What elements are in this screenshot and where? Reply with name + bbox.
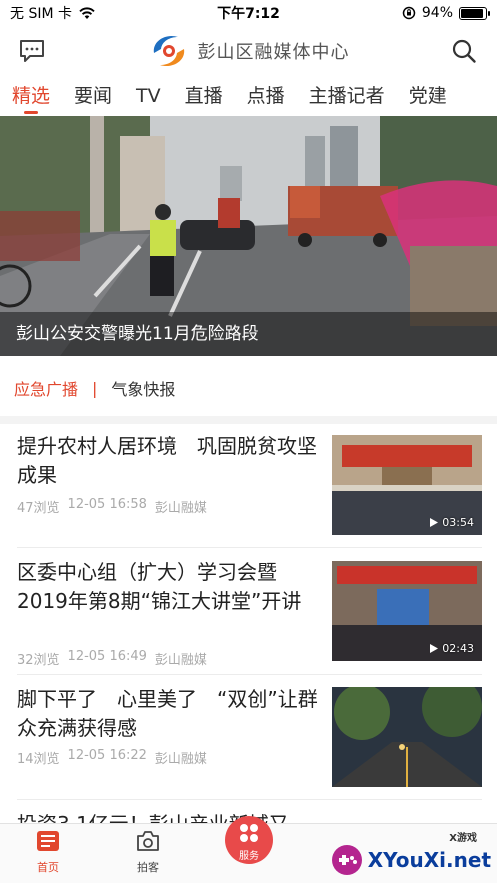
app-header: 彭山区融媒体中心	[0, 26, 497, 76]
logo-icon	[153, 35, 184, 67]
service-grid-icon	[240, 824, 258, 842]
orientation-lock-icon	[402, 6, 416, 20]
watermark: XYouXi.net X游戏	[330, 833, 491, 877]
brand: 彭山区融媒体中心	[148, 31, 350, 71]
message-icon[interactable]	[18, 38, 46, 64]
news-views: 14浏览	[17, 752, 60, 767]
news-source: 彭山融媒	[154, 752, 207, 767]
hero-caption: 彭山公安交警曝光11月危险路段	[0, 312, 497, 356]
play-icon	[430, 644, 439, 653]
nav-home[interactable]: 首页	[18, 830, 78, 875]
news-item[interactable]: 脚下平了 心里美了 “双创”让群众充满获得感 14浏览 12-05 16:22 …	[0, 676, 497, 800]
news-item[interactable]: 区委中心组（扩大）学习会暨2019年第8期“锦江大讲堂”开讲 32浏览 12-0…	[0, 549, 497, 675]
weather-bulletin-link[interactable]: 气象快报	[111, 376, 175, 400]
watermark-small: X游戏	[449, 833, 477, 844]
nav-service-button[interactable]: 服务	[225, 816, 273, 864]
news-thumbnail	[332, 687, 482, 787]
home-news-icon	[37, 831, 59, 851]
emergency-broadcast-link[interactable]: 应急广播	[14, 376, 78, 400]
section-divider	[0, 416, 497, 424]
video-duration: 02:43	[430, 642, 474, 655]
watermark-text: XYouXi.net	[367, 848, 491, 872]
news-views: 32浏览	[17, 653, 60, 668]
news-meta: 47浏览 12-05 16:58 彭山融媒	[17, 497, 207, 516]
video-duration: 03:54	[430, 516, 474, 529]
news-time: 12-05 16:58	[67, 497, 147, 512]
hero-banner[interactable]: 彭山公安交警曝光11月危险路段	[0, 116, 497, 356]
duration-text: 02:43	[442, 642, 474, 655]
news-thumbnail: 02:43	[332, 561, 482, 661]
news-separator	[17, 674, 482, 675]
tab-zhibo[interactable]: 直播	[173, 78, 235, 116]
news-source: 彭山融媒	[154, 501, 207, 516]
category-tabs: 精选 要闻 TV 直播 点播 主播记者 党建	[0, 78, 497, 116]
duration-text: 03:54	[442, 516, 474, 529]
gamepad-logo-icon	[331, 845, 362, 875]
news-title: 区委中心组（扩大）学习会暨2019年第8期“锦江大讲堂”开讲	[17, 560, 302, 613]
status-bar: 无 SIM 卡 下午7:12 94%	[0, 0, 497, 26]
nav-home-label: 首页	[37, 861, 59, 874]
carrier-label: 无 SIM 卡	[10, 6, 72, 22]
app-title: 彭山区融媒体中心	[197, 42, 350, 63]
tab-yaowen[interactable]: 要闻	[62, 78, 124, 116]
news-time: 12-05 16:22	[67, 748, 147, 763]
nav-service-label: 服务	[239, 851, 259, 862]
wifi-icon	[79, 6, 95, 19]
news-meta: 14浏览 12-05 16:22 彭山融媒	[17, 748, 207, 767]
news-time: 12-05 16:49	[67, 649, 147, 664]
news-title: 提升农村人居环境 巩固脱贫攻坚成果	[17, 434, 317, 487]
tab-tv[interactable]: TV	[124, 78, 173, 116]
bottom-nav: 首页 拍客 服务 XYouXi.net X游戏	[0, 816, 497, 883]
news-meta: 32浏览 12-05 16:49 彭山融媒	[17, 649, 207, 668]
nav-shoot[interactable]: 拍客	[118, 830, 178, 875]
search-icon[interactable]	[451, 38, 477, 64]
battery-percent: 94%	[421, 5, 453, 21]
play-icon	[430, 518, 439, 527]
news-source: 彭山融媒	[154, 653, 207, 668]
broadcast-bar: 应急广播 | 气象快报	[0, 368, 497, 408]
tab-dangjian[interactable]: 党建	[397, 78, 459, 116]
news-title: 脚下平了 心里美了 “双创”让群众充满获得感	[17, 687, 318, 740]
tab-dianbo[interactable]: 点播	[235, 78, 297, 116]
news-item[interactable]: 提升农村人居环境 巩固脱贫攻坚成果 47浏览 12-05 16:58 彭山融媒 …	[0, 424, 497, 548]
news-separator	[17, 799, 482, 800]
camera-icon	[137, 831, 159, 851]
tab-jingxuan[interactable]: 精选	[0, 78, 62, 116]
tab-anchors[interactable]: 主播记者	[297, 78, 397, 116]
news-views: 47浏览	[17, 501, 60, 516]
broadcast-separator: |	[92, 378, 98, 398]
battery-icon	[459, 6, 490, 20]
news-thumbnail: 03:54	[332, 435, 482, 535]
nav-shoot-label: 拍客	[137, 861, 159, 874]
news-separator	[17, 547, 482, 548]
